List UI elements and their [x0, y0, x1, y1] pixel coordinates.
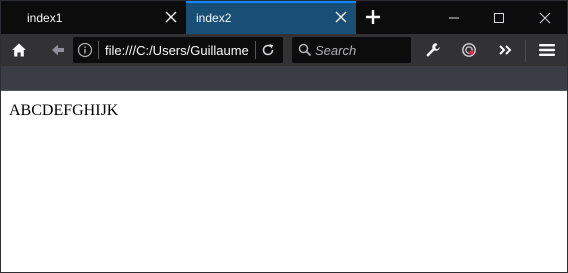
maximize-icon: [494, 12, 504, 23]
tab-label: index1: [27, 11, 63, 25]
toolbar-divider: [525, 40, 526, 62]
hamburger-menu-icon: [539, 44, 555, 56]
page-text: ABCDEFGHIJK: [9, 102, 119, 119]
close-window-button[interactable]: [522, 1, 567, 34]
nav-toolbar: file:///C:/Users/Guillaume: [1, 34, 567, 66]
overflow-button[interactable]: [493, 38, 517, 62]
home-button[interactable]: [7, 38, 31, 62]
tab-strip: index1 index2: [1, 1, 567, 34]
close-icon: [539, 12, 551, 23]
extension-icon: [462, 43, 476, 57]
maximize-button[interactable]: [476, 1, 522, 34]
back-arrow-icon: [52, 44, 64, 56]
url-divider: [255, 41, 256, 59]
close-tab-icon[interactable]: [164, 10, 178, 24]
url-bar[interactable]: file:///C:/Users/Guillaume: [73, 37, 283, 63]
minimize-icon: [449, 17, 459, 18]
tab-index1[interactable]: index1: [1, 1, 186, 34]
minimize-button[interactable]: [431, 1, 477, 34]
search-bar[interactable]: [292, 37, 411, 63]
close-tab-icon[interactable]: [334, 10, 348, 24]
page-content: ABCDEFGHIJK: [1, 91, 567, 272]
search-input[interactable]: [315, 40, 407, 60]
url-text[interactable]: file:///C:/Users/Guillaume: [105, 43, 253, 58]
menu-button[interactable]: [535, 38, 559, 62]
new-tab-button[interactable]: [363, 7, 383, 27]
info-icon[interactable]: [77, 42, 93, 58]
chevron-double-right-icon: [499, 45, 512, 55]
bookmarks-strip: [1, 66, 567, 91]
home-icon: [12, 43, 26, 57]
extension-button[interactable]: [457, 38, 481, 62]
search-icon: [298, 43, 312, 57]
back-button[interactable]: [46, 38, 70, 62]
url-divider: [98, 41, 99, 59]
tab-label: index2: [196, 11, 232, 25]
wrench-icon: [426, 43, 440, 57]
reload-icon[interactable]: [259, 41, 277, 59]
browser-window: index1 index2 file:///C:/Users/Guillaume…: [0, 0, 568, 273]
plus-icon: [366, 10, 380, 24]
tab-index2[interactable]: index2: [186, 1, 356, 34]
tools-button[interactable]: [421, 38, 445, 62]
